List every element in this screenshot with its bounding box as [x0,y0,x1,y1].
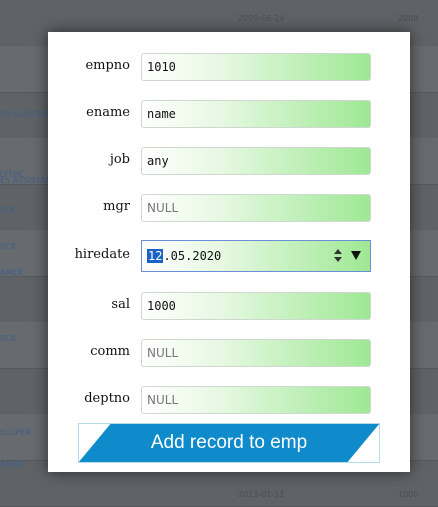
deptno-input[interactable] [141,386,371,414]
form-row-comm: comm [48,339,410,367]
table-cell: ELOPER [0,428,31,437]
table-cell: RCK [0,206,16,215]
add-record-dialog: empno ename job mgr hiredate 12.05.2020 … [48,32,410,472]
form-row-sal: sal [48,292,410,320]
hiredate-rest: .05.2020 [163,249,222,263]
form-row-deptno: deptno [48,386,410,414]
table-cell: ES ASSISTAN [0,110,52,119]
empno-input[interactable] [141,53,371,81]
job-label: job [109,152,130,167]
table-cell: ES ASSISTAN [0,176,52,185]
sal-input[interactable] [141,292,371,320]
table-cell: 2013-01-11 [238,490,285,499]
comm-label: comm [90,344,130,359]
hiredate-input[interactable]: 12.05.2020 [141,240,371,272]
add-record-button[interactable]: Add record to emp [78,423,380,463]
ename-label: ename [86,105,130,120]
form-row-mgr: mgr [48,194,410,222]
spin-up-icon[interactable] [334,249,342,254]
form-row-job: job [48,147,410,175]
comm-input[interactable] [141,339,371,367]
mgr-label: mgr [103,199,130,214]
ename-input[interactable] [141,100,371,128]
mgr-input[interactable] [141,194,371,222]
submit-area: Add record to emp [78,423,380,463]
hiredate-value[interactable]: 12.05.2020 [147,249,221,263]
form-row-hiredate: hiredate 12.05.2020 [48,240,410,272]
spin-down-icon[interactable] [334,257,342,262]
form-row-empno: empno [48,53,410,81]
hiredate-day-segment[interactable]: 12 [147,249,164,263]
hiredate-label: hiredate [74,247,130,262]
table-cell: RCK [0,242,16,251]
sal-label: sal [111,297,130,312]
table-cell: 2008 [398,14,419,23]
calendar-dropdown-icon[interactable] [351,251,361,260]
form-row-ename: ename [48,100,410,128]
table-cell: 1000 [398,490,419,499]
table-cell: RCK [0,334,16,343]
date-spinner[interactable] [333,247,345,265]
table-cell: AMER [0,460,23,469]
deptno-label: deptno [84,391,130,406]
job-input[interactable] [141,147,371,175]
table-cell: AMER [0,268,23,277]
table-cell: 2009-06-24 [238,14,285,23]
empno-label: empno [85,58,130,73]
